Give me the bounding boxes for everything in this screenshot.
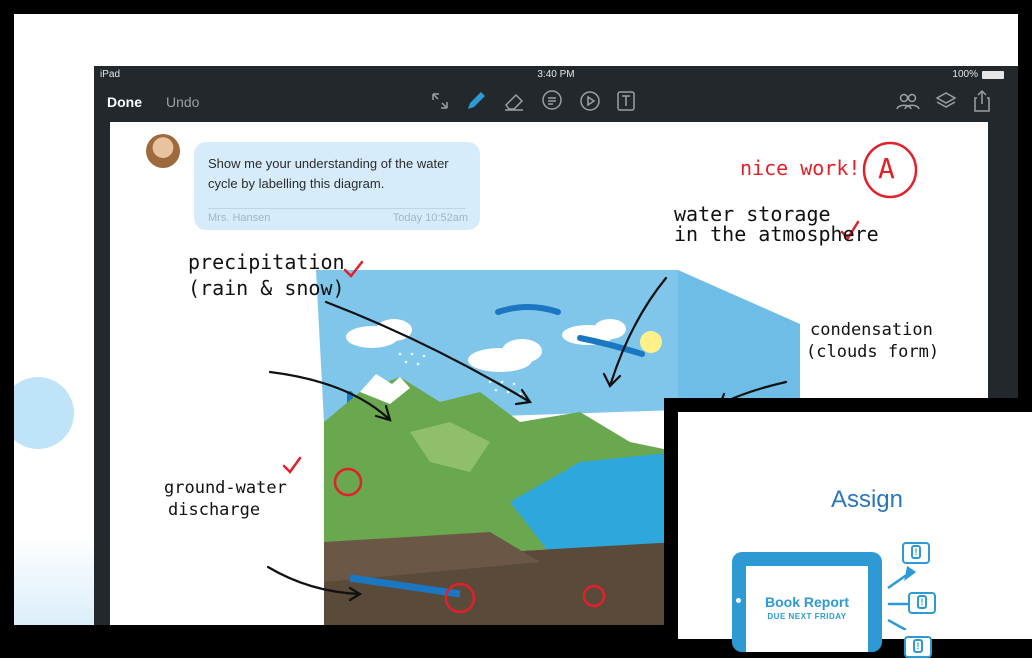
people-icon[interactable] xyxy=(894,87,922,115)
status-bar: iPad 3:40 PM 100% xyxy=(94,66,1018,84)
comment-timestamp: Today 10:52am xyxy=(392,212,468,224)
layers-icon[interactable] xyxy=(932,87,960,115)
assign-card: Assign Book Report DUE NEXT FRIDAY ! ! ! xyxy=(664,398,1032,658)
comment-bubble[interactable]: Show me your understanding of the water … xyxy=(194,142,480,230)
tablet-illustration: Book Report DUE NEXT FRIDAY xyxy=(732,552,882,652)
decorative-circle xyxy=(14,377,74,449)
comment-author: Mrs. Hansen xyxy=(208,212,271,224)
label-water-storage-sub: in the atmosphere xyxy=(674,222,879,246)
label-groundwater-sub: discharge xyxy=(168,500,261,520)
comment-text: Show me your understanding of the water … xyxy=(208,156,449,191)
tablet-home-button xyxy=(736,598,741,603)
grade-letter: A xyxy=(878,152,895,185)
label-groundwater: ground-water xyxy=(164,478,287,498)
battery-status: 100% xyxy=(952,69,1004,80)
assign-title: Assign xyxy=(830,486,904,513)
grade-note: nice work! xyxy=(740,156,861,180)
distribute-arrows-icon xyxy=(887,565,923,630)
assign-card-body: Assign Book Report DUE NEXT FRIDAY ! ! ! xyxy=(678,412,1032,658)
play-icon[interactable] xyxy=(576,87,604,115)
label-condensation: condensation xyxy=(810,320,933,340)
tablet-screen: Book Report DUE NEXT FRIDAY xyxy=(746,566,868,652)
comment-divider xyxy=(208,208,466,209)
label-precipitation: precipitation xyxy=(188,250,345,274)
comment-icon[interactable] xyxy=(538,87,566,115)
teacher-avatar xyxy=(146,134,180,168)
assignment-copy-icon: ! xyxy=(902,542,930,564)
label-condensation-sub: (clouds form) xyxy=(806,342,940,362)
text-tool-icon[interactable] xyxy=(612,87,640,115)
toolbar: Done Undo xyxy=(94,84,1018,120)
book-report-due: DUE NEXT FRIDAY xyxy=(767,612,847,621)
pencil-icon[interactable] xyxy=(462,87,490,115)
battery-icon xyxy=(982,70,1004,79)
clock: 3:40 PM xyxy=(537,69,575,80)
expand-icon[interactable] xyxy=(426,87,454,115)
eraser-icon[interactable] xyxy=(500,87,528,115)
done-button[interactable]: Done xyxy=(107,94,142,110)
assignment-copy-icon: ! xyxy=(904,636,932,658)
share-icon[interactable] xyxy=(968,87,996,115)
undo-button[interactable]: Undo xyxy=(166,94,199,110)
label-precipitation-sub: (rain & snow) xyxy=(188,276,345,300)
book-report-title: Book Report xyxy=(765,594,849,610)
assignment-copy-icon: ! xyxy=(908,592,936,614)
battery-percent: 100% xyxy=(952,69,978,80)
